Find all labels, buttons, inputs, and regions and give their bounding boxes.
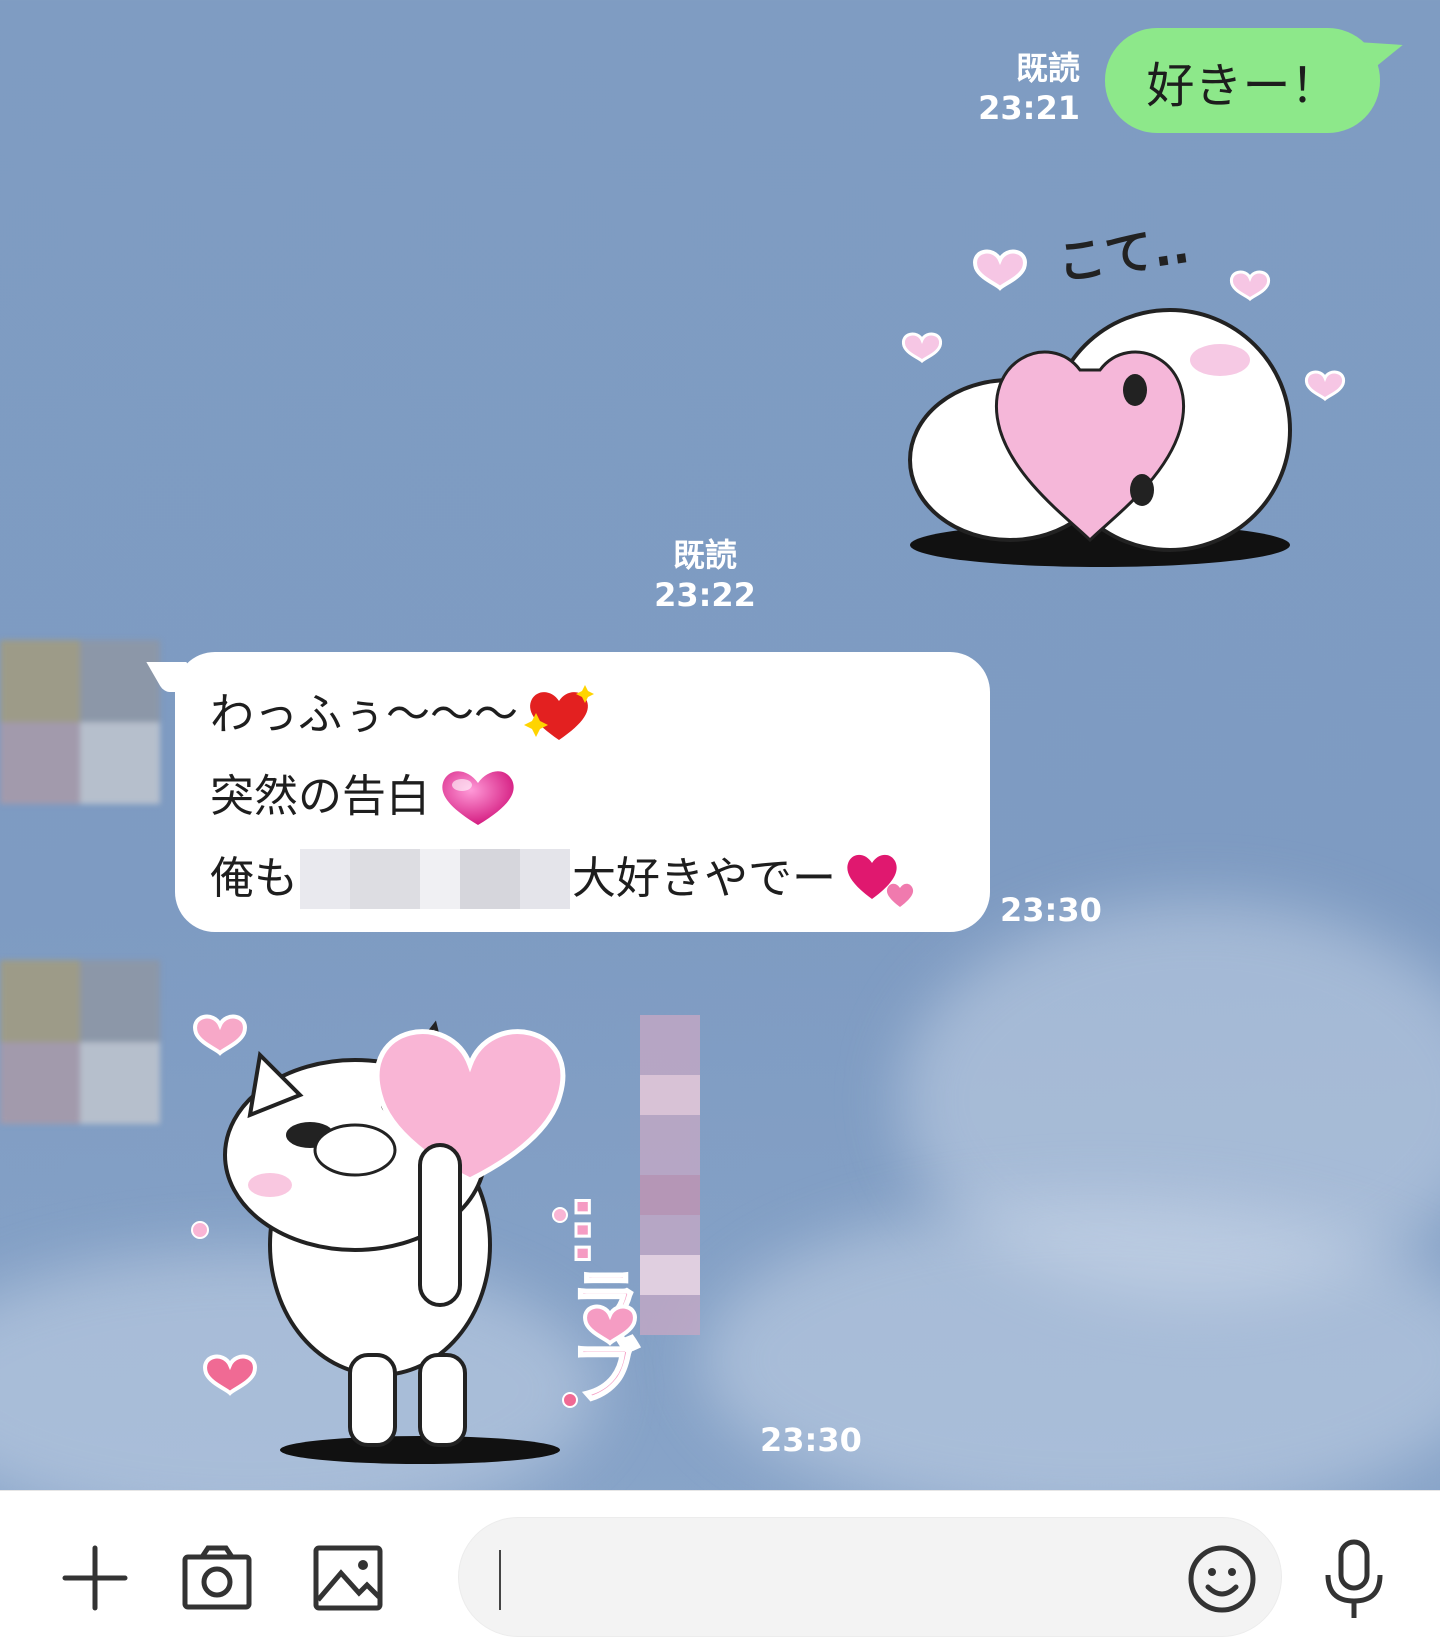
timestamp: 23:30 <box>1000 891 1102 929</box>
timestamp: 23:30 <box>760 1421 862 1459</box>
timestamp: 23:21 <box>978 89 1080 127</box>
emoji-icon[interactable] <box>1186 1543 1258 1615</box>
mosaic-blur <box>300 849 570 909</box>
image-icon[interactable] <box>313 1545 383 1611</box>
sticker-caption-graphic: …ラブ <box>559 1195 641 1405</box>
bunny-hugging-heart-sticker[interactable]: こて.. <box>880 220 1360 620</box>
message-input[interactable] <box>458 1517 1282 1637</box>
friend-avatar[interactable] <box>0 640 160 805</box>
chat-area: 既読 23:21 好きー！ こて.. 既読 23:22 わっふぅ〜〜〜 突然の告… <box>0 0 1440 1490</box>
friend-avatar[interactable] <box>0 960 160 1125</box>
camera-icon[interactable] <box>182 1545 252 1611</box>
two-hearts-icon <box>847 854 914 907</box>
message-line: 俺も 大好きやでー <box>210 838 990 920</box>
message-line: わっふぅ〜〜〜 <box>210 674 990 756</box>
received-message-bubble[interactable]: わっふぅ〜〜〜 突然の告白 俺も 大好きやでー <box>175 652 990 932</box>
cat-holding-heart-sticker[interactable]: …ラブ <box>180 975 760 1465</box>
read-label: 既読 <box>1015 49 1080 87</box>
message-meta: 既読 23:22 <box>645 535 765 615</box>
message-line: 突然の告白 <box>210 756 990 838</box>
text-caret <box>499 1550 501 1610</box>
message-meta: 既読 23:21 <box>960 48 1080 128</box>
sticker-caption-graphic: こて.. <box>1054 220 1193 292</box>
timestamp: 23:22 <box>654 576 756 614</box>
sparkle-heart-icon <box>524 685 594 740</box>
mic-icon[interactable] <box>1322 1539 1386 1621</box>
message-text: 好きー！ <box>1146 57 1339 114</box>
pink-heart-icon <box>442 771 514 825</box>
message-input-bar <box>0 1490 1440 1652</box>
sent-message-bubble[interactable]: 好きー！ <box>1105 28 1380 133</box>
read-label: 既読 <box>672 536 737 574</box>
plus-icon[interactable] <box>60 1543 130 1613</box>
